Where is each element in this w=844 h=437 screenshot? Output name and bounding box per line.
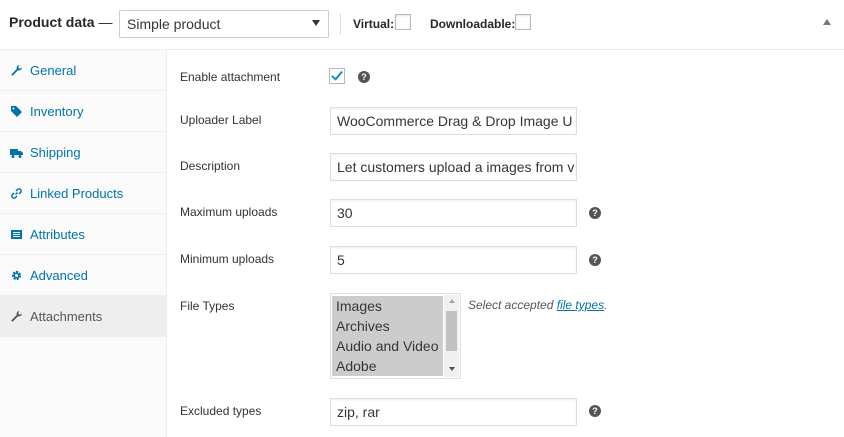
list-icon xyxy=(10,228,23,241)
tab-linked-products[interactable]: Linked Products xyxy=(0,173,167,214)
link-icon xyxy=(10,187,23,200)
downloadable-label: Downloadable: xyxy=(430,17,516,31)
help-icon[interactable]: ? xyxy=(589,405,601,417)
desc-suffix: . xyxy=(604,298,608,312)
file-type-option[interactable]: Adobe xyxy=(332,356,443,376)
help-icon[interactable]: ? xyxy=(358,71,370,83)
maximum-uploads-input[interactable]: 30 xyxy=(330,199,577,227)
tab-label: Inventory xyxy=(30,103,84,119)
tab-label: Shipping xyxy=(30,144,81,160)
file-type-option[interactable]: Archives xyxy=(332,316,443,336)
file-types-label: File Types xyxy=(180,299,235,313)
product-type-value: Simple product xyxy=(127,16,221,32)
tag-icon xyxy=(10,105,23,118)
file-types-select[interactable]: Images Archives Audio and Video Adobe xyxy=(330,293,461,379)
product-type-select[interactable]: Simple product xyxy=(119,10,329,38)
tab-general[interactable]: General xyxy=(0,50,167,91)
tab-label: Attachments xyxy=(30,308,103,324)
downloadable-checkbox[interactable] xyxy=(515,14,531,30)
tab-label: General xyxy=(30,62,77,78)
wrench-icon xyxy=(10,64,23,77)
product-data-title: Product data — xyxy=(9,14,112,30)
title-dash: — xyxy=(94,14,113,30)
wrench-icon xyxy=(10,310,23,323)
truck-icon xyxy=(10,146,23,159)
file-type-option[interactable]: Audio and Video xyxy=(332,336,443,356)
title-text: Product data xyxy=(9,14,95,30)
enable-attachment-checkbox[interactable] xyxy=(329,68,345,84)
minimum-uploads-input[interactable]: 5 xyxy=(330,246,577,274)
tab-shipping[interactable]: Shipping xyxy=(0,132,167,173)
checkmark-icon xyxy=(331,68,343,81)
tab-label: Advanced xyxy=(30,267,88,283)
tab-label: Linked Products xyxy=(30,185,124,201)
product-data-header: Product data — Simple product Virtual: D… xyxy=(0,0,844,50)
tab-label: Attributes xyxy=(30,226,85,242)
collapse-arrow-icon[interactable] xyxy=(823,19,831,25)
description-label: Description xyxy=(180,159,241,173)
minimum-uploads-label: Minimum uploads xyxy=(180,252,275,266)
help-icon[interactable]: ? xyxy=(589,207,601,219)
tab-attributes[interactable]: Attributes xyxy=(0,214,167,255)
scroll-up-arrow-icon[interactable] xyxy=(449,299,455,303)
excluded-types-input[interactable]: zip, rar xyxy=(330,398,577,426)
tab-advanced[interactable]: Advanced xyxy=(0,255,167,296)
virtual-checkbox[interactable] xyxy=(395,14,411,30)
file-types-link[interactable]: file types xyxy=(557,298,604,312)
product-data-tabs: General Inventory Shipping Linked Produc… xyxy=(0,50,167,437)
maximum-uploads-label: Maximum uploads xyxy=(180,205,278,219)
uploader-label-input[interactable]: WooCommerce Drag & Drop Image U xyxy=(330,107,577,135)
description-input[interactable]: Let customers upload a images from v xyxy=(330,153,577,181)
virtual-label: Virtual: xyxy=(353,17,395,31)
uploader-label-label: Uploader Label xyxy=(180,113,262,127)
file-types-description: Select accepted file types. xyxy=(468,298,607,312)
scrollbar-thumb[interactable] xyxy=(446,311,457,351)
tab-attachments[interactable]: Attachments xyxy=(0,296,167,337)
chevron-down-icon xyxy=(312,20,320,26)
tab-inventory[interactable]: Inventory xyxy=(0,91,167,132)
gear-icon xyxy=(10,269,23,282)
header-divider xyxy=(340,13,341,35)
enable-attachment-label: Enable attachment xyxy=(180,70,281,84)
help-icon[interactable]: ? xyxy=(589,254,601,266)
scroll-down-arrow-icon[interactable] xyxy=(449,367,455,371)
excluded-types-label: Excluded types xyxy=(180,404,262,418)
desc-prefix: Select accepted xyxy=(468,298,557,312)
file-type-option[interactable]: Images xyxy=(332,296,443,316)
